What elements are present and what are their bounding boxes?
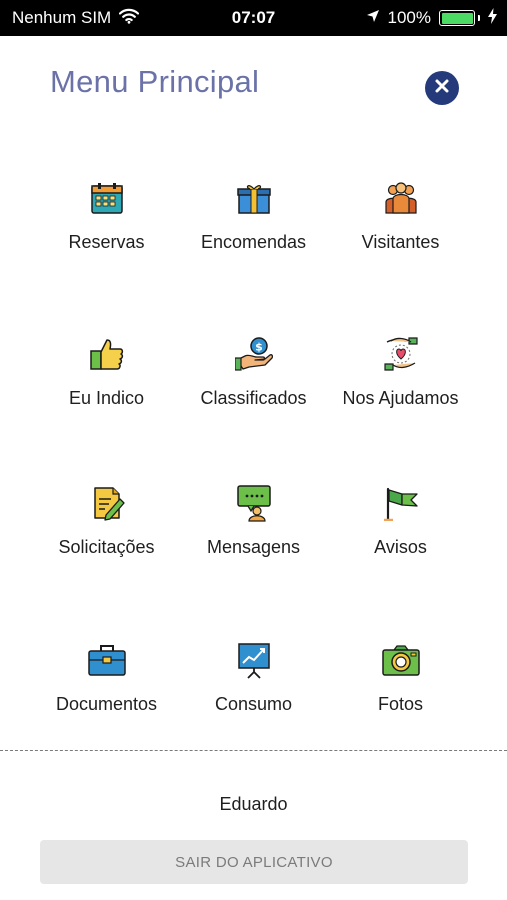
menu-item-mensagens[interactable]: Mensagens: [169, 483, 338, 593]
menu-item-encomendas[interactable]: Encomendas: [169, 178, 338, 288]
menu-item-reservas[interactable]: Reservas: [22, 178, 191, 288]
chat-person-icon: [234, 483, 274, 523]
camera-icon: [381, 640, 421, 680]
helping-hands-heart-icon: [381, 334, 421, 374]
menu-item-label: Consumo: [214, 694, 293, 714]
divider: [0, 750, 507, 751]
menu-item-label: Fotos: [377, 694, 424, 714]
menu-item-label: Visitantes: [361, 232, 440, 252]
menu-item-label: Nos Ajudamos: [342, 388, 459, 408]
briefcase-icon: [87, 640, 127, 680]
gift-package-icon: [234, 178, 274, 218]
menu-item-label: Encomendas: [200, 232, 307, 252]
menu-item-eu-indico[interactable]: Eu Indico: [22, 334, 191, 444]
svg-text:$: $: [255, 341, 263, 354]
document-pencil-icon: [87, 483, 127, 523]
flag-icon: [381, 483, 421, 523]
menu-item-label: Classificados: [200, 388, 307, 408]
menu-item-fotos[interactable]: Fotos: [316, 640, 485, 750]
menu-item-documentos[interactable]: Documentos: [22, 640, 191, 750]
people-group-icon: [381, 178, 421, 218]
menu-item-consumo[interactable]: Consumo: [169, 640, 338, 750]
menu-item-label: Eu Indico: [68, 388, 145, 408]
money-hand-icon: $: [234, 334, 274, 374]
menu-item-classificados[interactable]: $ Classificados: [169, 334, 338, 444]
chart-board-icon: [234, 640, 274, 680]
menu-item-label: Solicitações: [58, 537, 155, 557]
thumbs-up-icon: [87, 334, 127, 374]
logout-button[interactable]: SAIR DO APLICATIVO: [40, 840, 468, 884]
menu-item-label: Documentos: [55, 694, 158, 714]
user-name: Eduardo: [219, 794, 288, 814]
menu-item-visitantes[interactable]: Visitantes: [316, 178, 485, 288]
menu-item-nos-ajudamos[interactable]: Nos Ajudamos: [316, 334, 485, 444]
menu-grid: Reservas Encomendas Visitantes Eu Indico…: [0, 0, 507, 740]
menu-item-label: Reservas: [68, 232, 145, 252]
calendar-icon: [87, 178, 127, 218]
menu-item-solicitacoes[interactable]: Solicitações: [22, 483, 191, 593]
menu-item-label: Avisos: [374, 537, 427, 557]
menu-item-avisos[interactable]: Avisos: [316, 483, 485, 593]
menu-item-label: Mensagens: [206, 537, 301, 557]
